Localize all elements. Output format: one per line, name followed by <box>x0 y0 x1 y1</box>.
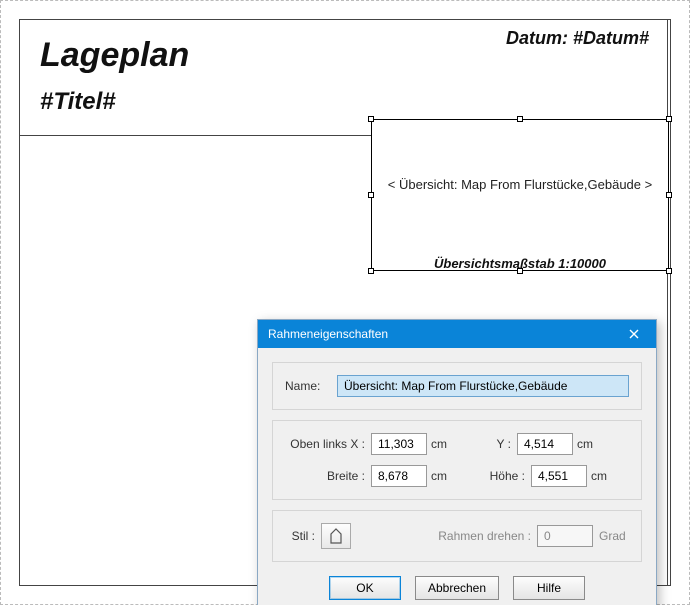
rotate-unit: Grad <box>599 529 629 543</box>
resize-handle-ne[interactable] <box>666 116 672 122</box>
page-title: Lageplan <box>40 36 189 75</box>
x-field[interactable] <box>371 433 427 455</box>
resize-handle-e[interactable] <box>666 192 672 198</box>
dialog-buttons: OK Abbrechen Hilfe <box>272 572 642 602</box>
h-label: Höhe : <box>483 469 525 483</box>
name-label: Name: <box>285 379 331 393</box>
style-group: Stil : Rahmen drehen : Grad <box>272 510 642 562</box>
resize-handle-se[interactable] <box>666 268 672 274</box>
name-field[interactable] <box>337 375 629 397</box>
overview-placeholder: < Übersicht: Map From Flurstücke,Gebäude… <box>375 177 665 192</box>
w-unit: cm <box>431 469 463 483</box>
help-button[interactable]: Hilfe <box>513 576 585 600</box>
resize-handle-sw[interactable] <box>368 268 374 274</box>
resize-handle-w[interactable] <box>368 192 374 198</box>
resize-handle-n[interactable] <box>517 116 523 122</box>
overview-map-frame[interactable]: < Übersicht: Map From Flurstücke,Gebäude… <box>371 119 669 271</box>
w-label: Breite : <box>285 469 365 483</box>
overview-scale-label: Übersichtsmaßstab 1:10000 <box>381 253 659 277</box>
layout-canvas[interactable]: Lageplan #Titel# Datum: #Datum# < Übersi… <box>0 0 690 605</box>
dialog-body: Name: Oben links X : cm Y : cm Breite : … <box>258 348 656 605</box>
y-field[interactable] <box>517 433 573 455</box>
y-unit: cm <box>577 437 609 451</box>
cancel-button[interactable]: Abbrechen <box>415 576 499 600</box>
close-icon[interactable] <box>622 324 646 344</box>
page-subtitle: #Titel# <box>40 88 116 116</box>
page-date: Datum: #Datum# <box>506 28 649 49</box>
height-field[interactable] <box>531 465 587 487</box>
name-group: Name: <box>272 362 642 410</box>
frame-properties-dialog: Rahmeneigenschaften Name: Oben links X :… <box>257 319 657 605</box>
rotate-field <box>537 525 593 547</box>
dialog-titlebar[interactable]: Rahmeneigenschaften <box>258 320 656 348</box>
dialog-title: Rahmeneigenschaften <box>268 320 388 348</box>
y-label: Y : <box>483 437 511 451</box>
style-label: Stil : <box>285 529 315 543</box>
h-unit: cm <box>591 469 623 483</box>
style-picker-button[interactable] <box>321 523 351 549</box>
rotate-label: Rahmen drehen : <box>438 529 531 543</box>
width-field[interactable] <box>371 465 427 487</box>
x-label: Oben links X : <box>285 437 365 451</box>
resize-handle-nw[interactable] <box>368 116 374 122</box>
x-unit: cm <box>431 437 463 451</box>
ok-button[interactable]: OK <box>329 576 401 600</box>
geometry-group: Oben links X : cm Y : cm Breite : cm Höh… <box>272 420 642 500</box>
